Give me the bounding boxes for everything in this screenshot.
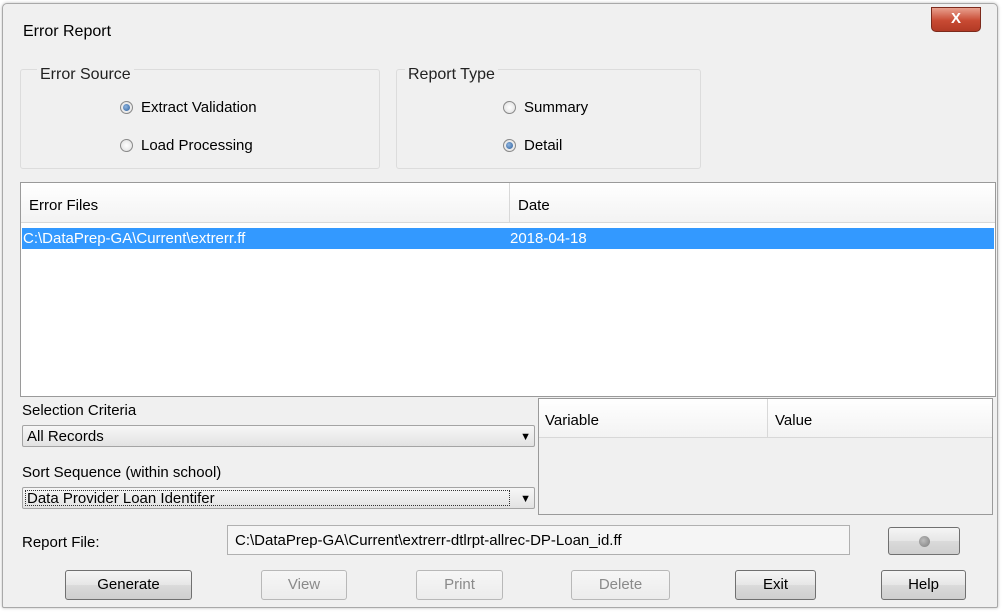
column-header-value[interactable]: Value [775, 412, 812, 429]
report-file-label: Report File: [22, 534, 100, 551]
file-date-cell: 2018-04-18 [510, 230, 587, 247]
help-button[interactable]: Help [881, 570, 966, 600]
file-path-cell: C:\DataPrep-GA\Current\extrerr.ff [23, 230, 246, 247]
delete-button[interactable]: Delete [571, 570, 670, 600]
window-title: Error Report [23, 23, 112, 40]
variable-value-header: Variable Value [539, 399, 992, 438]
radio-icon [503, 101, 516, 114]
sort-sequence-value: Data Provider Loan Identifer [27, 490, 215, 507]
column-divider[interactable] [509, 183, 510, 222]
view-button[interactable]: View [261, 570, 347, 600]
column-header-variable[interactable]: Variable [545, 412, 599, 429]
chevron-down-icon: ▼ [520, 493, 531, 505]
radio-label: Detail [524, 137, 563, 154]
title-bar: Error Report X [3, 4, 997, 56]
sort-sequence-label: Sort Sequence (within school) [22, 464, 222, 481]
selection-criteria-value: All Records [27, 428, 104, 445]
browse-button[interactable] [888, 527, 960, 555]
radio-icon [120, 101, 133, 114]
column-divider[interactable] [767, 399, 768, 437]
radio-detail[interactable]: Detail [503, 137, 562, 154]
error-source-label: Error Source [37, 66, 134, 84]
radio-load-processing[interactable]: Load Processing [120, 137, 253, 154]
radio-summary[interactable]: Summary [503, 99, 588, 116]
column-header-error-files[interactable]: Error Files [29, 197, 98, 214]
variable-value-list[interactable]: Variable Value [538, 398, 993, 515]
radio-extract-validation[interactable]: Extract Validation [120, 99, 257, 116]
close-icon: X [950, 10, 961, 27]
radio-label: Summary [524, 99, 589, 116]
exit-button[interactable]: Exit [735, 570, 816, 600]
dot-icon [919, 536, 930, 547]
generate-button[interactable]: Generate [65, 570, 192, 600]
radio-icon [120, 139, 133, 152]
error-source-group: Error Source Extract Validation Load Pro… [20, 66, 380, 169]
column-header-date[interactable]: Date [518, 197, 550, 214]
error-files-header: Error Files Date [21, 183, 995, 223]
close-button[interactable]: X [931, 7, 981, 32]
radio-icon [503, 139, 516, 152]
radio-label: Load Processing [141, 137, 253, 154]
radio-label: Extract Validation [141, 99, 257, 116]
error-files-list[interactable]: Error Files Date C:\DataPrep-GA\Current\… [20, 182, 996, 397]
selection-criteria-dropdown[interactable]: All Records ▼ [22, 425, 535, 447]
report-file-value: C:\DataPrep-GA\Current\extrerr-dtlrpt-al… [235, 532, 622, 549]
report-type-label: Report Type [405, 66, 498, 84]
sort-sequence-dropdown[interactable]: Data Provider Loan Identifer ▼ [22, 487, 535, 509]
report-file-field[interactable]: C:\DataPrep-GA\Current\extrerr-dtlrpt-al… [227, 525, 850, 555]
selection-criteria-label: Selection Criteria [22, 402, 137, 419]
table-row[interactable]: C:\DataPrep-GA\Current\extrerr.ff 2018-0… [22, 228, 994, 249]
report-type-group: Report Type Summary Detail [396, 66, 701, 169]
print-button[interactable]: Print [416, 570, 503, 600]
chevron-down-icon: ▼ [520, 431, 531, 443]
error-report-window: Error Report X Error Source Extract Vali… [2, 3, 998, 608]
